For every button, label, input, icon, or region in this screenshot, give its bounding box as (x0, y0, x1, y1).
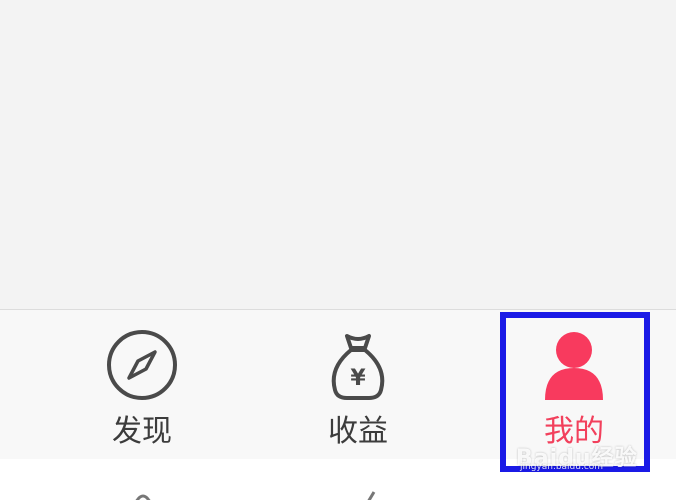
tab-mine-label: 我的 (544, 414, 604, 449)
tab-mine[interactable]: 我的 (499, 310, 649, 460)
partial-icon-left (135, 494, 151, 500)
tab-discover[interactable]: 发现 (67, 310, 217, 460)
app-screen: 发现 ¥ 收益 我的 Baidu经验 jingyan.baidu.com (0, 0, 676, 500)
yen-symbol: ¥ (350, 366, 366, 391)
compass-icon (107, 330, 177, 400)
tab-earnings[interactable]: ¥ 收益 (283, 310, 433, 460)
content-area (0, 0, 676, 309)
bottom-tab-bar: 发现 ¥ 收益 我的 (0, 309, 676, 459)
tab-earnings-label: 收益 (328, 414, 388, 449)
tab-discover-label: 发现 (112, 414, 172, 449)
money-bag-icon: ¥ (331, 334, 385, 400)
partial-icon-right (367, 491, 376, 500)
bottom-strip (0, 459, 676, 500)
user-icon (545, 332, 603, 400)
